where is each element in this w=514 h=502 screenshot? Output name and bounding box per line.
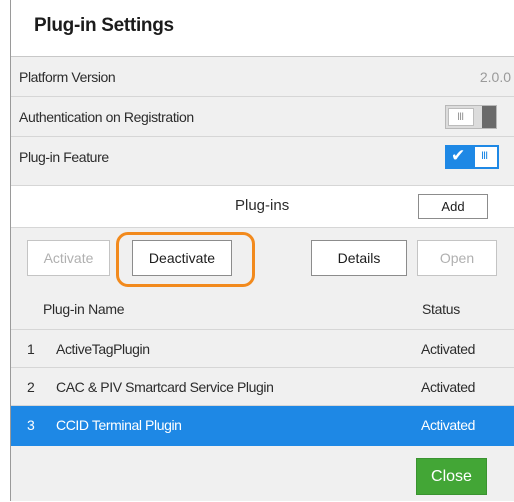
toggle-knob: III: [475, 147, 497, 167]
close-button[interactable]: Close: [416, 458, 487, 495]
plugin-settings-dialog: Plug-in Settings Platform Version 2.0.0 …: [10, 0, 514, 501]
plugins-section-header: Plug-ins Add: [11, 186, 514, 228]
column-header-name: Plug-in Name: [43, 301, 125, 317]
row-index: 1: [27, 341, 35, 357]
activate-button[interactable]: Activate: [27, 240, 110, 276]
plugins-title: Plug-ins: [235, 197, 290, 214]
plugin-feature-row: Plug-in Feature ✔ III: [11, 137, 514, 186]
dialog-title: Plug-in Settings: [34, 15, 174, 36]
plugin-name: ActiveTagPlugin: [56, 341, 150, 357]
checkmark-icon: ✔: [451, 146, 466, 165]
authentication-label: Authentication on Registration: [19, 109, 194, 125]
table-row[interactable]: 1 ActiveTagPlugin Activated: [11, 330, 514, 368]
details-button[interactable]: Details: [311, 240, 407, 276]
plugin-status: Activated: [421, 417, 475, 433]
toggle-off-track: [482, 106, 496, 128]
plugin-table-header: Plug-in Name Status: [11, 288, 514, 330]
plugin-name: CCID Terminal Plugin: [56, 417, 182, 433]
column-header-status: Status: [422, 301, 460, 317]
table-row-selected[interactable]: 3 CCID Terminal Plugin Activated: [11, 406, 514, 446]
toggle-grip-icon: III: [481, 150, 488, 162]
plugin-name: CAC & PIV Smartcard Service Plugin: [56, 379, 274, 395]
table-row[interactable]: 2 CAC & PIV Smartcard Service Plugin Act…: [11, 368, 514, 406]
open-button[interactable]: Open: [417, 240, 497, 276]
authentication-row: Authentication on Registration III: [11, 97, 514, 137]
platform-version-value: 2.0.0: [479, 69, 511, 85]
toggle-knob: III: [448, 108, 474, 126]
plugin-feature-toggle[interactable]: ✔ III: [445, 145, 499, 169]
row-index: 3: [27, 417, 35, 433]
deactivate-button[interactable]: Deactivate: [132, 240, 232, 276]
plugin-status: Activated: [421, 379, 475, 395]
dialog-footer: Close: [11, 446, 514, 501]
platform-version-label: Platform Version: [19, 69, 116, 85]
authentication-toggle[interactable]: III: [445, 105, 497, 129]
add-plugin-button[interactable]: Add: [418, 194, 488, 219]
plugin-feature-label: Plug-in Feature: [19, 149, 109, 165]
row-index: 2: [27, 379, 35, 395]
plugin-status: Activated: [421, 341, 475, 357]
plugin-action-toolbar: Activate Deactivate Details Open: [11, 228, 514, 288]
platform-version-row: Platform Version 2.0.0: [11, 57, 514, 97]
toggle-grip-icon: III: [457, 111, 464, 123]
